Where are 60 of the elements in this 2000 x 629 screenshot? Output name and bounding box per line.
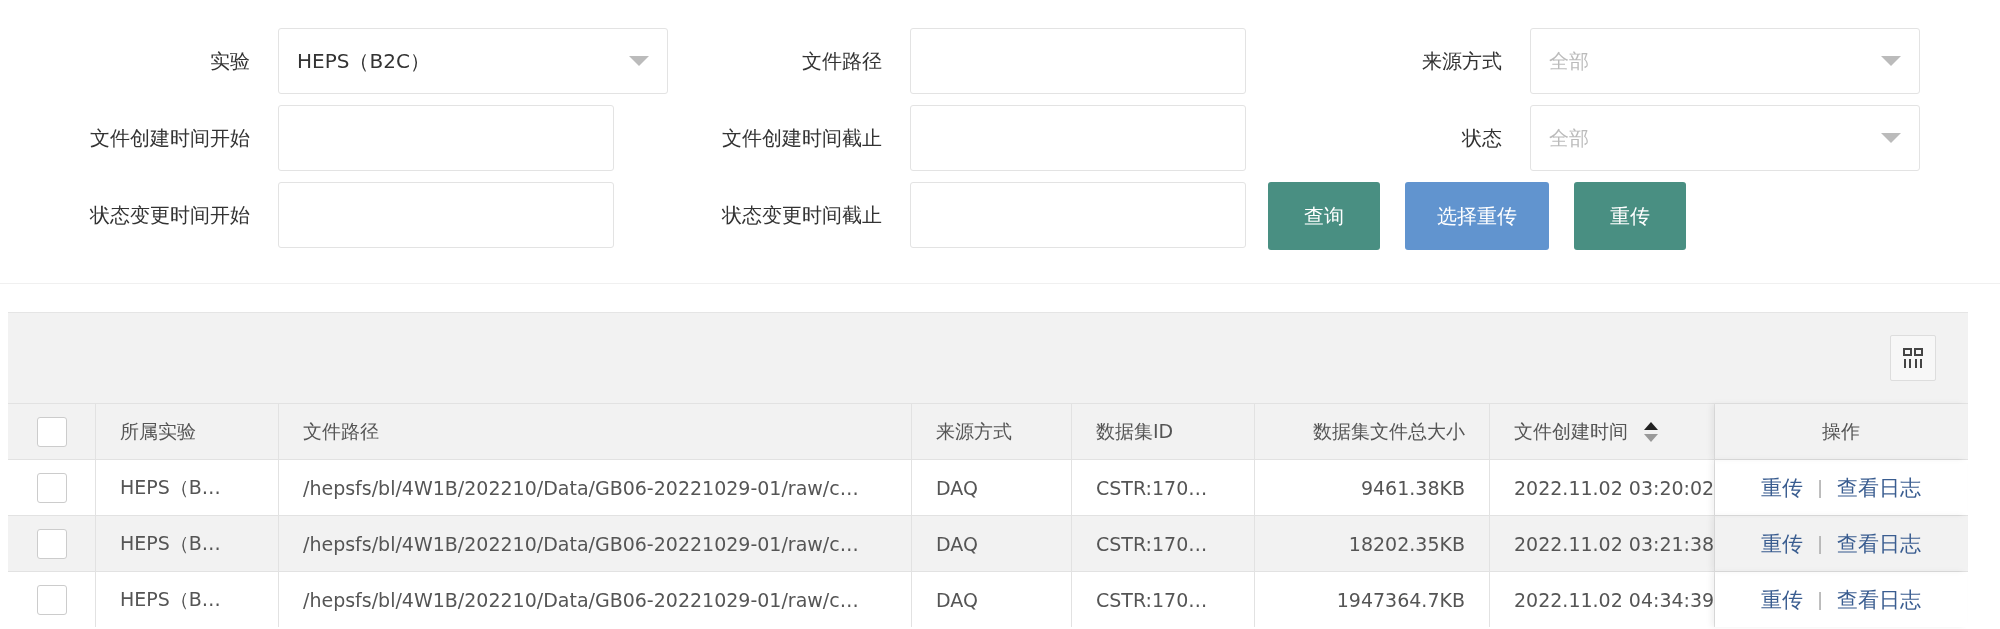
- action-button[interactable]: 重传: [1574, 182, 1686, 250]
- column-title: 来源方式: [936, 418, 1012, 444]
- column-title: 数据集文件总大小: [1313, 418, 1465, 444]
- input-field[interactable]: [278, 182, 614, 248]
- table-cell: CSTR:170…: [1096, 476, 1208, 499]
- table-cell-text: HEPS（B…: [120, 530, 221, 556]
- field-label: 状态: [1461, 124, 1502, 152]
- select-field[interactable]: HEPS（B2C）: [278, 28, 668, 94]
- input-field[interactable]: [910, 182, 1246, 248]
- table-cell: 2022.11.02 04:34:39: [1514, 588, 1715, 611]
- column-title: 文件路径: [303, 418, 379, 444]
- field-label: 来源方式: [1421, 47, 1502, 75]
- input-field[interactable]: [278, 105, 614, 171]
- table-cell: 1947364.7KB: [1336, 588, 1465, 611]
- table-cell: CSTR:170…: [1096, 588, 1208, 611]
- table-cell-text: HEPS（B…: [120, 474, 221, 500]
- table-cell: 18202.35KB: [1348, 532, 1465, 555]
- column-title: 数据集ID: [1096, 418, 1174, 444]
- action-link[interactable]: 查看日志: [1837, 473, 1922, 502]
- action-link[interactable]: 查看日志: [1837, 585, 1922, 614]
- table-cell: /hepsfs/bl/4W1B/202210/Data/GB06-20221029-01/raw/c…: [303, 588, 859, 611]
- table-cell: 9461.38KB: [1360, 476, 1465, 499]
- action-link[interactable]: 重传: [1760, 585, 1803, 614]
- caret-icon: [1881, 133, 1901, 143]
- field-label: 文件路径: [801, 47, 882, 75]
- table-cell: DAQ: [936, 588, 978, 611]
- table-cell: /hepsfs/bl/4W1B/202210/Data/GB06-20221029-01/raw/c…: [303, 476, 859, 499]
- table-cell-text: HEPS（B…: [120, 586, 221, 612]
- table-cell: DAQ: [936, 476, 978, 499]
- table-cell: 2022.11.02 03:20:02: [1514, 476, 1715, 499]
- input-field[interactable]: [910, 105, 1246, 171]
- row-checkbox[interactable]: [36, 584, 67, 615]
- columns-button[interactable]: [1890, 335, 1936, 381]
- field-label: 实验: [209, 47, 250, 75]
- separator-text: |: [1816, 477, 1824, 498]
- sort-icon[interactable]: [1644, 421, 1658, 442]
- field-label: 状态变更时间截止: [721, 201, 882, 229]
- table-cell: CSTR:170…: [1096, 532, 1208, 555]
- select-all-checkbox[interactable]: [36, 416, 67, 447]
- table-cell: /hepsfs/bl/4W1B/202210/Data/GB06-20221029-01/raw/c…: [303, 532, 859, 555]
- column-header: 操作: [1822, 418, 1860, 444]
- table-cell: DAQ: [936, 532, 978, 555]
- separator-text: |: [1816, 589, 1824, 610]
- separator-text: |: [1816, 533, 1824, 554]
- action-link[interactable]: 查看日志: [1837, 529, 1922, 558]
- row-checkbox[interactable]: [36, 528, 67, 559]
- row-checkbox[interactable]: [36, 472, 67, 503]
- table-cell: 2022.11.02 03:21:38: [1514, 532, 1715, 555]
- caret-icon: [1881, 56, 1901, 66]
- action-link[interactable]: 重传: [1760, 473, 1803, 502]
- columns-icon: [1902, 347, 1924, 369]
- column-title: 文件创建时间: [1514, 418, 1628, 444]
- action-link[interactable]: 重传: [1760, 529, 1803, 558]
- column-title: 所属实验: [120, 418, 196, 444]
- field-label: 状态变更时间开始: [89, 201, 250, 229]
- field-label: 文件创建时间开始: [89, 124, 250, 152]
- field-label: 文件创建时间截止: [721, 124, 882, 152]
- action-button[interactable]: 查询: [1268, 182, 1380, 250]
- input-field[interactable]: [910, 28, 1246, 94]
- caret-icon: [629, 56, 649, 66]
